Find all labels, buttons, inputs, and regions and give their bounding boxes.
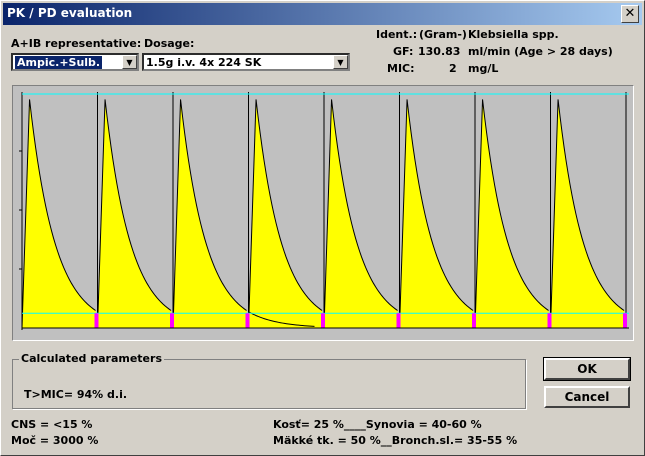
ident-label: Ident.:: [376, 28, 418, 41]
chevron-down-icon[interactable]: ▼: [333, 55, 348, 69]
dosage-label: Dosage:: [144, 37, 195, 50]
gf-label: GF:: [393, 45, 414, 58]
close-button[interactable]: ✕: [621, 5, 639, 23]
gf-value: 130.83: [418, 45, 461, 58]
below-mic-marker-1: [94, 313, 99, 328]
below-mic-marker-2: [170, 313, 174, 328]
concentration-chart: [12, 85, 634, 341]
soft-tissue-bronch-penetration: Mäkké tk. = 50 %__Bronch.sl.= 35-55 %: [273, 434, 518, 447]
dosage-select-value: 1.5g i.v. 4x 224 SK: [146, 56, 262, 69]
ident-value: (Gram-): [419, 28, 467, 41]
below-mic-marker-5: [396, 313, 401, 328]
below-mic-marker-8: [623, 313, 627, 328]
calculated-parameters-group: Calculated parameters T>MIC= 94% d.i.: [12, 352, 526, 409]
cancel-button[interactable]: Cancel: [544, 386, 630, 408]
below-mic-marker-7: [547, 313, 552, 328]
mic-value: 2: [449, 62, 457, 75]
calculated-parameters-title: Calculated parameters: [19, 352, 164, 365]
ok-button[interactable]: OK: [543, 357, 631, 381]
dialog-window: PK / PD evaluation ✕ A+IB representative…: [0, 0, 645, 456]
below-mic-marker-4: [321, 313, 325, 328]
antibiotic-select-value: Ampic.+Sulb.: [15, 56, 103, 69]
organism-name: Klebsiella spp.: [468, 28, 559, 41]
dosage-select[interactable]: 1.5g i.v. 4x 224 SK ▼: [142, 53, 350, 71]
antibiotic-select[interactable]: Ampic.+Sulb. ▼: [11, 53, 139, 71]
title-bar: PK / PD evaluation ✕: [3, 3, 642, 25]
t-over-mic-value: T>MIC= 94% d.i.: [24, 388, 128, 401]
cns-penetration: CNS = <15 %: [11, 418, 93, 431]
bone-synovia-penetration: Kosť= 25 %____Synovia = 40-60 %: [273, 418, 482, 431]
below-mic-marker-3: [245, 313, 250, 328]
mic-unit: mg/L: [468, 62, 499, 75]
urine-penetration: Moč = 3000 %: [11, 434, 99, 447]
concentration-chart-svg: [19, 92, 629, 330]
window-title: PK / PD evaluation: [7, 6, 133, 20]
antibiotic-label: A+IB representative:: [11, 37, 142, 50]
chevron-down-icon[interactable]: ▼: [122, 55, 137, 69]
gf-unit: ml/min (Age > 28 days): [468, 45, 613, 58]
mic-label: MIC:: [387, 62, 415, 75]
below-mic-marker-6: [472, 313, 476, 328]
